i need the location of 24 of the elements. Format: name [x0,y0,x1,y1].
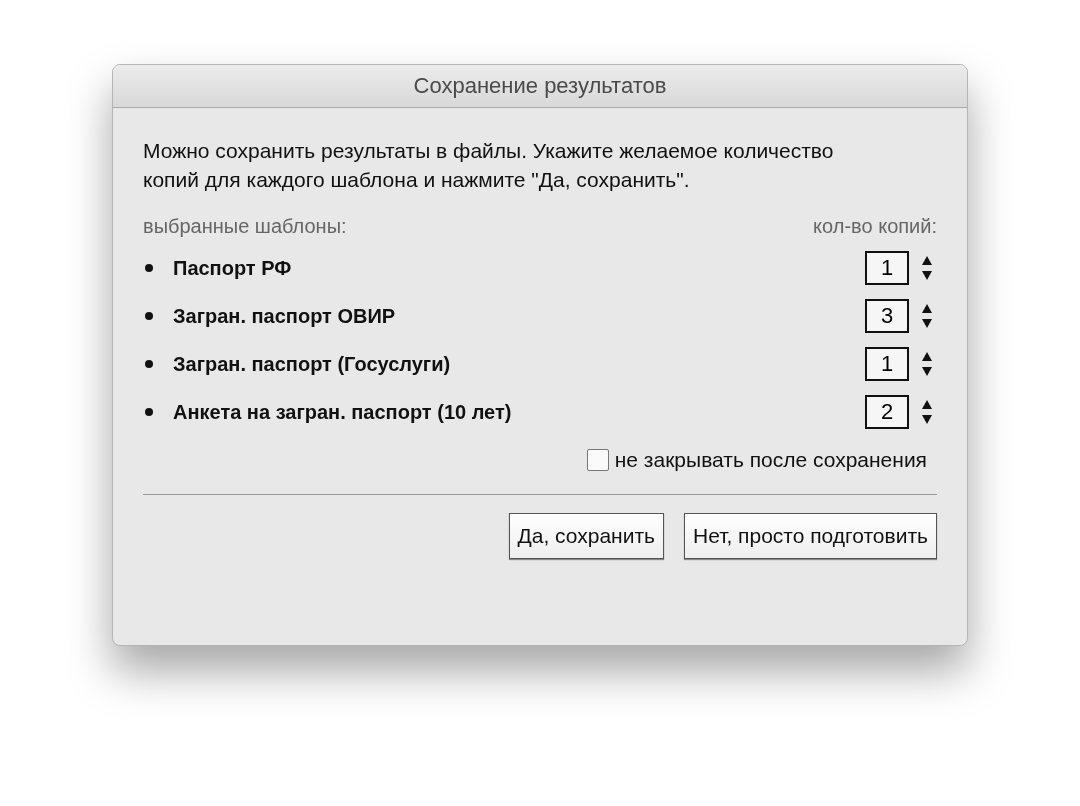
stepper-icon[interactable] [921,399,933,425]
template-name: Паспорт РФ [173,256,293,280]
stepper-icon[interactable] [921,351,933,377]
bullet-icon [145,360,153,368]
dialog-button[interactable]: Нет, просто подготовить [684,513,937,559]
keep-open-checkbox[interactable] [586,449,609,471]
copies-field[interactable]: 3 [865,299,909,333]
templates-header: выбранные шаблоны: [143,215,347,238]
bullet-icon [145,312,153,320]
copies-header: кол-во копий: [813,215,937,238]
template-name: Загран. паспорт ОВИР [173,304,397,328]
copies-field[interactable]: 2 [865,395,909,429]
stepper-icon[interactable] [921,255,933,281]
bullet-icon [145,264,153,272]
copies-field[interactable]: 1 [865,251,909,285]
template-name: Анкета на загран. паспорт (10 лет) [173,400,513,424]
dialog-button[interactable]: Да, сохранить [508,513,664,559]
bullet-icon [145,408,153,416]
template-name: Загран. паспорт (Госуслуги) [173,352,452,376]
copies-field[interactable]: 1 [865,347,909,381]
window-title: Сохранение результатов [413,73,667,99]
keep-open-label: не закрывать после сохранения [614,448,927,472]
message-text: Можно сохранить результаты в файлы. Укажите желаемое количество копий для каждого шаблона и нажмите "Да, сохранить". [143,138,835,193]
stepper-icon[interactable] [921,303,933,329]
